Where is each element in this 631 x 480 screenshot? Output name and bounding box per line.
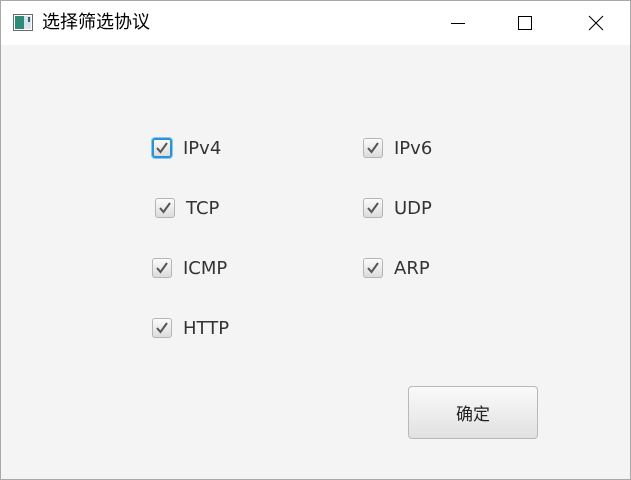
checkbox-box[interactable] bbox=[152, 258, 172, 278]
checkbox-label-http[interactable]: HTTP bbox=[183, 318, 229, 339]
checkbox-label-tcp[interactable]: TCP bbox=[186, 198, 219, 219]
checkbox-box[interactable] bbox=[152, 138, 172, 158]
checkmark-icon bbox=[156, 262, 168, 274]
checkbox-label-arp[interactable]: ARP bbox=[394, 258, 430, 279]
checkbox-label-ipv4[interactable]: IPv4 bbox=[183, 138, 221, 159]
close-icon bbox=[588, 15, 604, 31]
checkbox-udp[interactable]: UDP bbox=[363, 196, 432, 220]
checkmark-icon bbox=[367, 262, 379, 274]
checkbox-label-ipv6[interactable]: IPv6 bbox=[394, 138, 432, 159]
checkbox-arp[interactable]: ARP bbox=[363, 256, 430, 280]
window-title: 选择筛选协议 bbox=[42, 12, 150, 33]
minimize-icon bbox=[451, 23, 465, 24]
checkmark-icon bbox=[156, 322, 168, 334]
checkbox-box[interactable] bbox=[152, 318, 172, 338]
checkmark-icon bbox=[159, 202, 171, 214]
checkbox-http[interactable]: HTTP bbox=[152, 316, 229, 340]
checkbox-icmp[interactable]: ICMP bbox=[152, 256, 227, 280]
checkmark-icon bbox=[367, 202, 379, 214]
maximize-button[interactable] bbox=[502, 1, 548, 45]
checkbox-label-udp[interactable]: UDP bbox=[394, 198, 432, 219]
checkbox-ipv4[interactable]: IPv4 bbox=[152, 136, 221, 160]
confirm-button-label: 确定 bbox=[456, 405, 490, 425]
checkbox-box[interactable] bbox=[155, 198, 175, 218]
checkmark-icon bbox=[156, 142, 168, 154]
confirm-button[interactable]: 确定 bbox=[408, 386, 538, 439]
checkbox-box[interactable] bbox=[363, 198, 383, 218]
checkbox-ipv6[interactable]: IPv6 bbox=[363, 136, 432, 160]
filter-protocol-dialog: 选择筛选协议 IPv4 IPv6 TCP UDP ICMP ARP HTTP 确… bbox=[0, 0, 631, 480]
close-button[interactable] bbox=[573, 1, 619, 45]
checkbox-tcp[interactable]: TCP bbox=[155, 196, 219, 220]
checkbox-label-icmp[interactable]: ICMP bbox=[183, 258, 227, 279]
java-window-icon bbox=[13, 14, 33, 31]
minimize-button[interactable] bbox=[435, 1, 481, 45]
maximize-icon bbox=[518, 16, 532, 30]
checkmark-icon bbox=[367, 142, 379, 154]
checkbox-box[interactable] bbox=[363, 258, 383, 278]
title-bar[interactable]: 选择筛选协议 bbox=[1, 1, 630, 45]
checkbox-box[interactable] bbox=[363, 138, 383, 158]
